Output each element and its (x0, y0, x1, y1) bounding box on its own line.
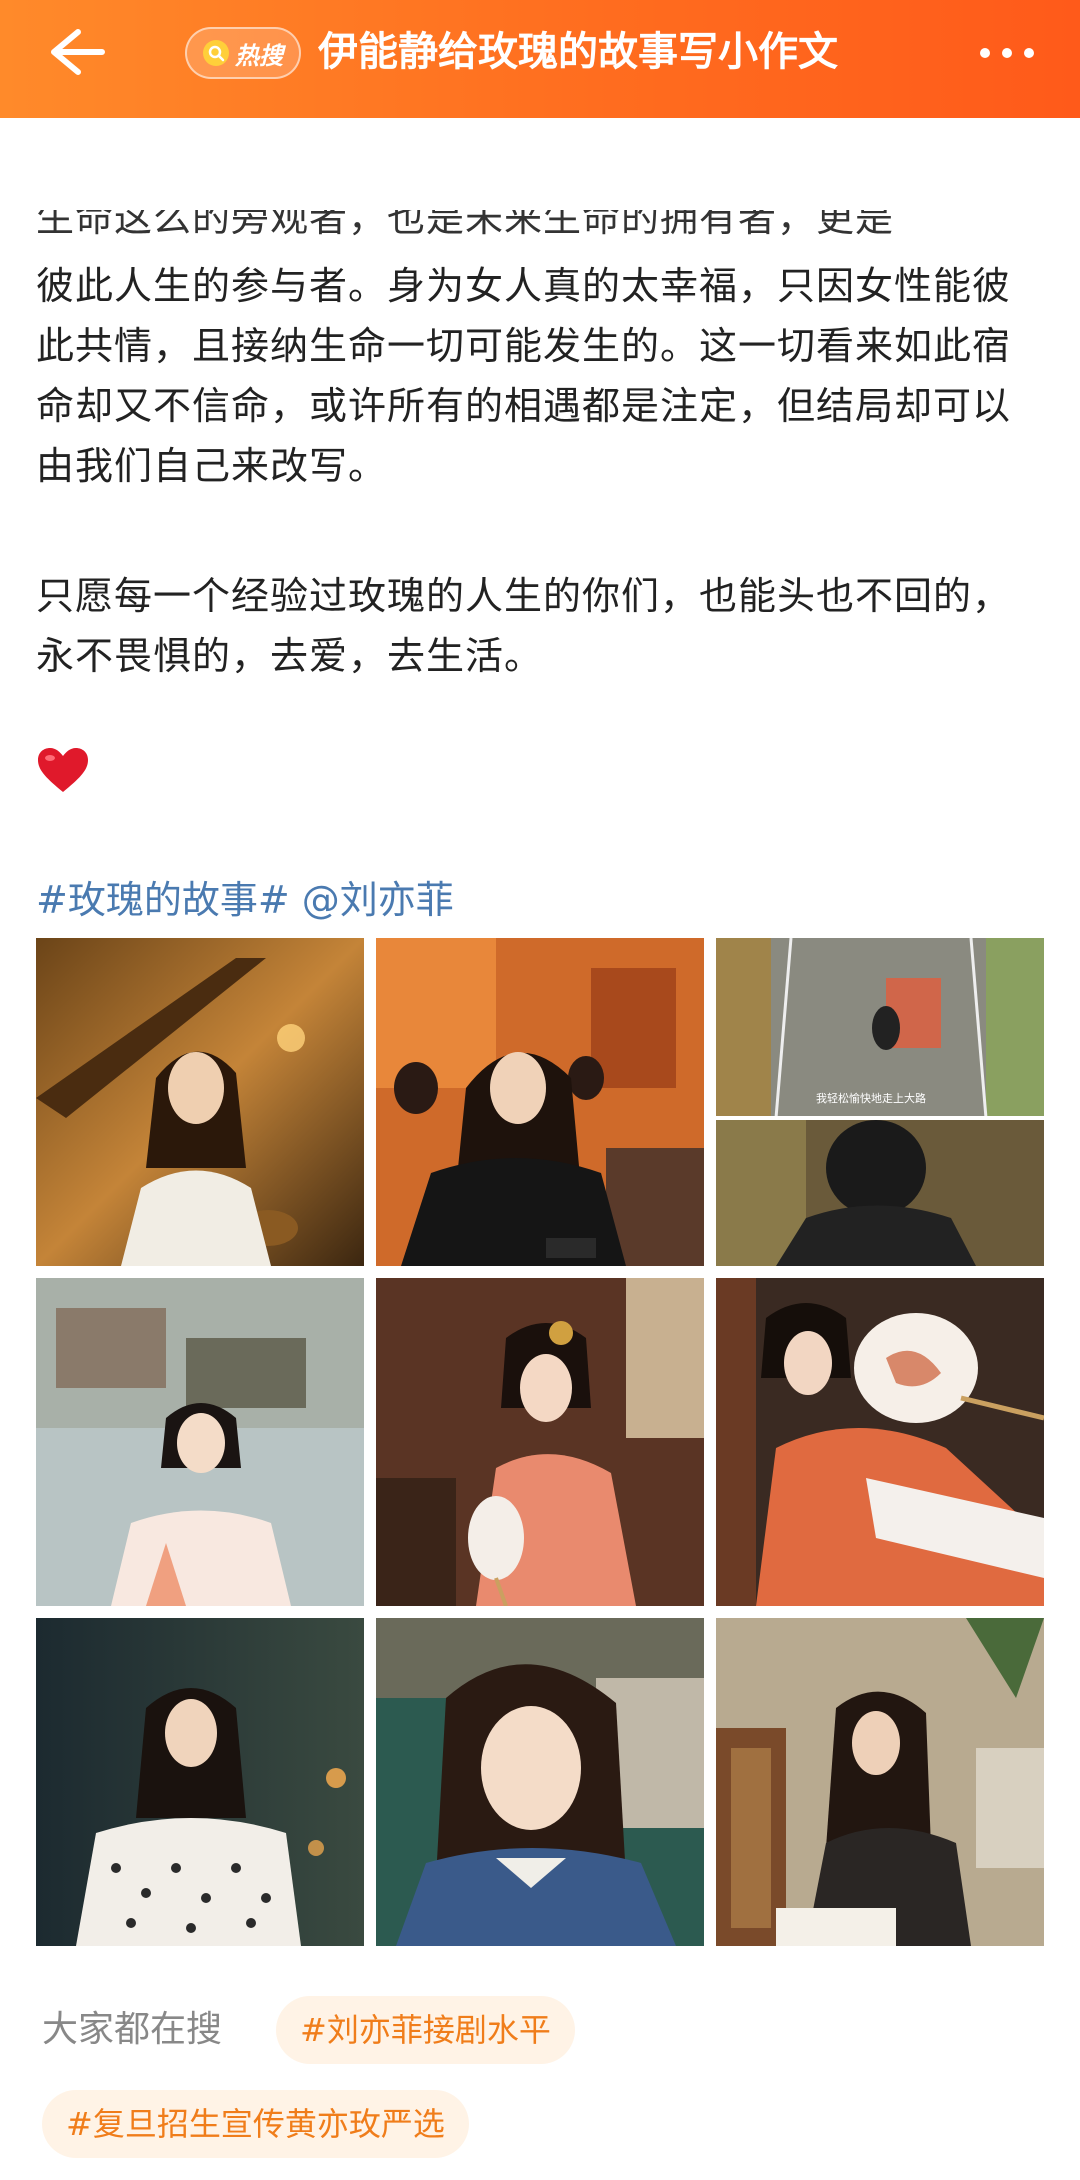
photo-5[interactable] (376, 1278, 704, 1606)
heart-emoji-icon (36, 746, 90, 796)
trending-item-1[interactable]: #刘亦菲接剧水平 (276, 1996, 575, 2064)
trending-label: 大家都在搜 (42, 2009, 223, 2050)
trending-search-section: 大家都在搜 #刘亦菲接剧水平 #复旦招生宣传黄亦玫严选 (36, 1990, 1046, 2180)
photo-3[interactable]: 我轻松愉快地走上大路 (716, 938, 1044, 1266)
hot-badge-label: 热搜 (235, 41, 283, 70)
post-paragraph-2: 只愿每一个经验过玫瑰的人生的你们，也能头也不回的，永不畏惧的，去爱，去生活。 (36, 574, 1012, 678)
search-icon (203, 40, 229, 66)
post-paragraph-1: 彼此人生的参与者。身为女人真的太幸福，只因女性能彼此共情，且接纳生命一切可能发生… (36, 264, 1012, 488)
photo-7[interactable] (36, 1618, 364, 1946)
post-text-cut-line: 生命这么的旁观者，也是未来生命的拥有者，更是 (36, 210, 895, 240)
post-tags: #玫瑰的故事# @刘亦菲 (36, 870, 454, 930)
photo-8[interactable] (376, 1618, 704, 1946)
hot-search-badge[interactable]: 热搜 (185, 27, 301, 79)
photo-2[interactable] (376, 938, 704, 1266)
photo-9[interactable] (716, 1618, 1044, 1946)
mention-link[interactable]: @刘亦菲 (302, 878, 454, 922)
photo-4[interactable] (36, 1278, 364, 1606)
post-content: 生命这么的旁观者，也是未来生命的拥有者，更是 彼此人生的参与者。身为女人真的太幸… (0, 118, 1080, 2158)
page-title: 伊能静给玫瑰的故事写小作文 (318, 29, 838, 75)
photo-1[interactable] (36, 938, 364, 1266)
more-options-icon[interactable] (972, 38, 1042, 68)
photo-grid: 我轻松愉快地走上大路 (36, 938, 1044, 1946)
photo-3-caption: 我轻松愉快地走上大路 (816, 1092, 926, 1105)
trending-item-2[interactable]: #复旦招生宣传黄亦玫严选 (42, 2090, 469, 2158)
back-arrow-icon[interactable] (40, 22, 110, 82)
photo-6[interactable] (716, 1278, 1044, 1606)
hashtag-link[interactable]: #玫瑰的故事# (36, 878, 290, 922)
top-bar: 热搜 伊能静给玫瑰的故事写小作文 (0, 0, 1080, 118)
